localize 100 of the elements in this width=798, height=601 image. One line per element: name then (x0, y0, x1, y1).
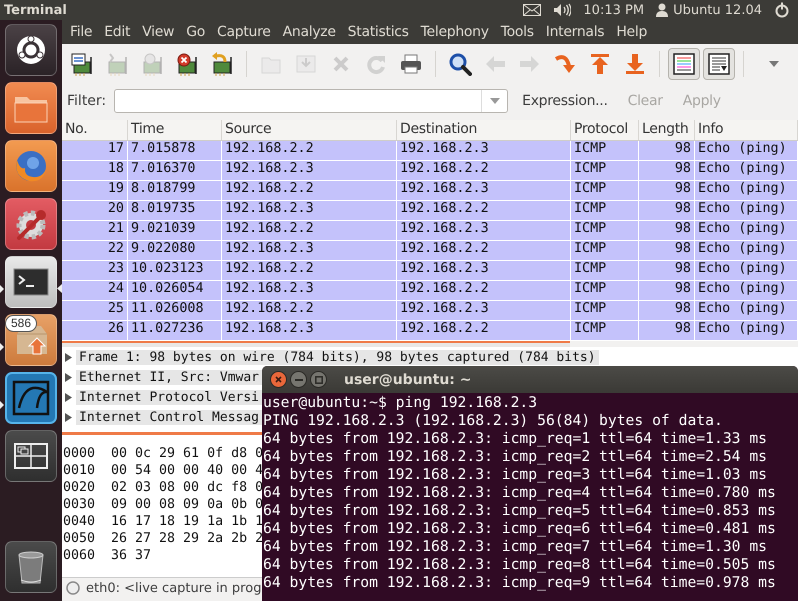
toolbar-button[interactable] (703, 48, 735, 80)
hex-bytes: 02 03 08 00 dc f8 0 (111, 479, 264, 496)
launcher-button[interactable] (5, 372, 57, 424)
table-cell: 192.168.2.2 (222, 181, 397, 200)
table-cell: 25 (62, 301, 128, 320)
table-cell: 9.021039 (128, 221, 222, 240)
toolbar-button[interactable] (668, 48, 700, 80)
table-cell: 7.015878 (128, 141, 222, 160)
table-cell: 192.168.2.2 (222, 301, 397, 320)
maximize-icon (314, 376, 322, 384)
table-cell: 18 (62, 161, 128, 180)
table-cell: 19 (62, 181, 128, 200)
terminal-line: 64 bytes from 192.168.2.3: icmp_req=7 ttl=64 time=1.30 ms (263, 538, 768, 556)
table-cell: ICMP (571, 181, 639, 200)
hex-offset: 0000 (62, 445, 96, 462)
hex-offset: 0030 (62, 496, 96, 513)
user-name[interactable]: Ubuntu 12.04 (673, 2, 762, 18)
clock[interactable]: 10:13 PM (583, 2, 644, 18)
filter-field[interactable] (114, 89, 508, 113)
column-header[interactable]: No. (62, 120, 128, 140)
packet-row[interactable]: 26 11.027236 192.168.2.3 192.168.2.2 ICMP 98 Echo (ping) (62, 321, 798, 341)
filter-action-button[interactable]: Expression... (516, 93, 614, 109)
packet-row[interactable]: 23 10.023123 192.168.2.2 192.168.2.3 ICMP 98 Echo (ping) (62, 261, 798, 281)
mail-icon[interactable] (523, 4, 542, 16)
table-cell: 8.019735 (128, 201, 222, 220)
table-cell: 7.016370 (128, 161, 222, 180)
packet-row[interactable]: 25 11.026008 192.168.2.2 192.168.2.3 ICMP 98 Echo (ping) (62, 301, 798, 321)
tree-item[interactable]: Ethernet II, Src: Vmwar (76, 370, 262, 384)
table-cell: 98 (639, 281, 695, 300)
table-cell: Echo (ping) (695, 181, 798, 200)
terminal-line: 64 bytes from 192.168.2.3: icmp_req=5 ttl=64 time=0.853 ms (263, 502, 777, 520)
table-cell: 10.026054 (128, 281, 222, 300)
column-header[interactable]: Time (128, 120, 222, 140)
tree-item[interactable]: Internet Protocol Versi (76, 390, 262, 404)
menu-item[interactable]: Analyze (276, 24, 342, 40)
terminal-line: 64 bytes from 192.168.2.3: icmp_req=6 ttl=64 time=0.481 ms (263, 520, 777, 538)
packet-row[interactable]: 18 7.016370 192.168.2.3 192.168.2.2 ICMP 98 Echo (ping) (62, 161, 798, 181)
column-header[interactable]: Protocol (571, 120, 639, 140)
table-cell: ICMP (571, 221, 639, 240)
power-icon[interactable] (774, 2, 790, 18)
packet-row[interactable]: 21 9.021039 192.168.2.2 192.168.2.3 ICMP 98 Echo (ping) (62, 221, 798, 241)
table-cell: ICMP (571, 141, 639, 160)
expand-icon[interactable] (65, 412, 72, 422)
caret-icon (769, 61, 779, 67)
column-header[interactable]: Info (695, 120, 798, 140)
tree-item[interactable]: Internet Control Messag (76, 410, 262, 424)
packet-row[interactable]: 24 10.026054 192.168.2.3 192.168.2.2 ICMP 98 Echo (ping) (62, 281, 798, 301)
column-header[interactable]: Source (222, 120, 397, 140)
table-cell: 192.168.2.2 (222, 261, 397, 280)
table-cell: 192.168.2.3 (222, 281, 397, 300)
tree-item[interactable]: Frame 1: 98 bytes on wire (784 bits), 98 bytes captured (784 bits) (76, 350, 599, 364)
hex-bytes: 26 27 28 29 2a 2b 2 (111, 530, 264, 547)
maximize-button[interactable] (310, 371, 327, 388)
expand-icon[interactable] (65, 352, 72, 362)
scrolling-list-icon (707, 52, 731, 76)
stop-capture-icon (175, 52, 199, 76)
launcher-button[interactable]: 586 (5, 314, 57, 366)
table-cell: 192.168.2.3 (397, 141, 571, 160)
menu-item[interactable]: File (64, 24, 98, 40)
menu-item[interactable]: Telephony (414, 24, 495, 40)
expand-icon[interactable] (65, 372, 72, 382)
menu-item[interactable]: Statistics (342, 24, 415, 40)
table-cell: 98 (639, 321, 695, 340)
volume-icon[interactable] (553, 3, 572, 17)
table-cell: 98 (639, 141, 695, 160)
column-header[interactable]: Length (639, 120, 695, 140)
menu-item[interactable]: Go (180, 24, 212, 40)
packet-row[interactable]: 19 8.018799 192.168.2.2 192.168.2.3 ICMP 98 Echo (ping) (62, 181, 798, 201)
minimize-button[interactable] (290, 371, 307, 388)
menu-item[interactable]: Internals (540, 24, 610, 40)
menu-item[interactable]: View (136, 24, 180, 40)
packet-row[interactable]: 20 8.019735 192.168.2.3 192.168.2.2 ICMP 98 Echo (ping) (62, 201, 798, 221)
table-cell: 98 (639, 221, 695, 240)
close-button[interactable] (270, 371, 287, 388)
menu-item[interactable]: Tools (494, 24, 540, 40)
table-cell: 98 (639, 201, 695, 220)
fin-icon (11, 378, 51, 418)
table-cell: Echo (ping) (695, 161, 798, 180)
packet-row[interactable]: 17 7.015878 192.168.2.2 192.168.2.3 ICMP 98 Echo (ping) (62, 141, 798, 161)
table-cell: 22 (62, 241, 128, 260)
table-cell: 192.168.2.2 (222, 141, 397, 160)
table-cell: Echo (ping) (695, 301, 798, 320)
packet-row[interactable]: 22 9.022080 192.168.2.3 192.168.2.2 ICMP 98 Echo (ping) (62, 241, 798, 261)
status-text: eth0: <live capture in prog (86, 580, 262, 596)
restart-capture-icon (210, 52, 234, 76)
table-cell: ICMP (571, 301, 639, 320)
table-cell: Echo (ping) (695, 261, 798, 280)
menu-item[interactable]: Help (610, 24, 654, 40)
hex-bytes: 00 0c 29 61 0f d8 0 (111, 445, 264, 462)
column-header[interactable]: Destination (397, 120, 571, 140)
table-cell: 192.168.2.3 (397, 301, 571, 320)
table-cell: 20 (62, 201, 128, 220)
table-cell: 192.168.2.2 (397, 201, 571, 220)
hex-offset: 0020 (62, 479, 96, 496)
expand-icon[interactable] (65, 392, 72, 402)
terminal-line: 64 bytes from 192.168.2.3: icmp_req=1 ttl=64 time=1.33 ms (263, 430, 768, 448)
hex-bytes: 09 00 08 09 0a 0b 0 (111, 496, 264, 513)
menu-item[interactable]: Capture (211, 24, 277, 40)
menu-item[interactable]: Edit (98, 24, 136, 40)
colored-lines-icon (672, 52, 696, 76)
